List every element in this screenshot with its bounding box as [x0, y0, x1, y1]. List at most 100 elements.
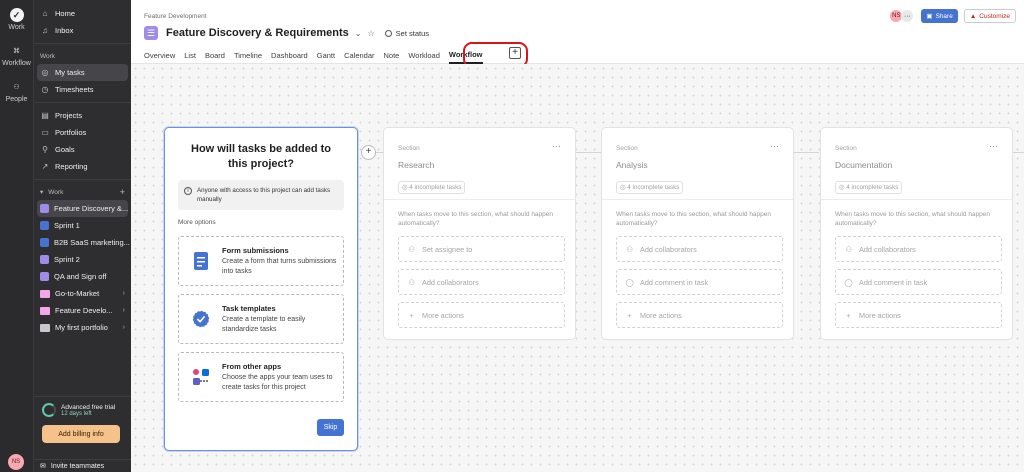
sidebar-item-inbox[interactable]: ♫ Inbox — [34, 22, 131, 39]
option-form-submissions[interactable]: Form submissions Create a form that turn… — [178, 236, 344, 286]
comment-icon: ◯ — [625, 277, 634, 287]
action-add-collaborators[interactable]: ⚇ Add collaborators — [398, 269, 565, 295]
folder-icon — [40, 323, 50, 332]
share-button[interactable]: ▣ Share — [921, 9, 958, 23]
action-label: Add collaborators — [422, 277, 479, 287]
more-options-icon[interactable]: ··· — [770, 141, 779, 151]
sidebar-folder-go-to-market[interactable]: Go-to-Market › — [34, 285, 131, 302]
sidebar-project-feature-discovery[interactable]: Feature Discovery &... — [37, 200, 128, 217]
people-icon: ⚇ — [845, 244, 852, 254]
section-label: Section — [398, 145, 420, 152]
chevron-down-icon: ▾ — [40, 189, 44, 196]
project-color-swatch — [40, 238, 49, 247]
action-add-comment[interactable]: ◯ Add comment in task — [616, 269, 783, 295]
add-project-icon[interactable]: + — [120, 187, 125, 197]
sidebar-item-label: Timesheets — [55, 85, 94, 94]
add-billing-button[interactable]: Add billing info — [42, 425, 120, 443]
rail-people[interactable]: ⚇ People — [0, 72, 33, 108]
sidebar-item-label: My tasks — [55, 68, 85, 77]
sidebar-section-projects[interactable]: ▾ Work + — [34, 184, 131, 200]
tab-gantt[interactable]: Gantt — [317, 47, 335, 64]
chart-line-icon: ↗ — [41, 162, 49, 171]
action-label: More actions — [422, 310, 464, 320]
tab-list[interactable]: List — [184, 47, 196, 64]
section-card-documentation[interactable]: Section ··· Documentation ◎ 4 incomplete… — [820, 127, 1013, 340]
action-add-collaborators[interactable]: ⚇ Add collaborators — [616, 236, 783, 262]
breadcrumb[interactable]: Feature Development — [144, 13, 207, 20]
sidebar-item-portfolios[interactable]: ▭ Portfolios — [34, 124, 131, 141]
action-label: Add comment in task — [859, 277, 928, 287]
invite-label: Invite teammates — [50, 462, 105, 470]
rail-work[interactable]: ✓ Work — [0, 0, 33, 36]
sidebar-item-my-tasks[interactable]: ◎ My tasks — [37, 64, 128, 81]
tab-overview[interactable]: Overview — [144, 47, 175, 64]
customize-icon: ▲ — [969, 12, 977, 20]
sidebar-item-label: Sprint 1 — [54, 221, 80, 230]
section-card-research[interactable]: Section ··· Research ◎ 4 incomplete task… — [383, 127, 576, 340]
sidebar-item-home[interactable]: ⌂ Home — [34, 5, 131, 22]
section-name[interactable]: Research — [398, 160, 434, 170]
sidebar-item-label: B2B SaaS marketing... — [54, 238, 130, 247]
tab-board[interactable]: Board — [205, 47, 225, 64]
rail-workflow[interactable]: ⌘ Workflow — [0, 36, 33, 72]
action-more-actions[interactable]: + More actions — [398, 302, 565, 328]
more-options-icon[interactable]: ··· — [989, 141, 998, 151]
sidebar-item-label: QA and Sign off — [54, 272, 107, 281]
set-status-button[interactable]: Set status — [384, 29, 429, 38]
option-description: Create a template to easily standardize … — [222, 316, 306, 333]
sidebar-folder-my-first-portfolio[interactable]: My first portfolio › — [34, 319, 131, 336]
section-name[interactable]: Documentation — [835, 160, 892, 170]
sidebar-project-b2b-saas[interactable]: B2B SaaS marketing... — [34, 234, 131, 251]
sidebar-project-sprint-1[interactable]: Sprint 1 — [34, 217, 131, 234]
automation-question: When tasks move to this section, what sh… — [835, 211, 991, 227]
automation-question: When tasks move to this section, what sh… — [398, 211, 554, 227]
more-options-icon[interactable]: ··· — [552, 141, 561, 151]
sidebar-item-reporting[interactable]: ↗ Reporting — [34, 158, 131, 175]
sidebar-project-qa[interactable]: QA and Sign off — [34, 268, 131, 285]
action-add-collaborators[interactable]: ⚇ Add collaborators — [835, 236, 1002, 262]
action-label: Set assignee to — [422, 244, 473, 254]
sidebar-folder-feature-development[interactable]: Feature Develo... › — [34, 302, 131, 319]
sidebar-item-projects[interactable]: ▤ Projects — [34, 107, 131, 124]
skip-button[interactable]: Skip — [317, 419, 344, 436]
action-more-actions[interactable]: + More actions — [616, 302, 783, 328]
plus-icon: + — [627, 310, 632, 320]
invite-teammates-button[interactable]: ✉ Invite teammates — [34, 459, 131, 472]
option-task-templates[interactable]: Task templates Create a template to easi… — [178, 294, 344, 344]
section-card-analysis[interactable]: Section ··· Analysis ◎ 4 incomplete task… — [601, 127, 794, 340]
sidebar-item-goals[interactable]: ⚲ Goals — [34, 141, 131, 158]
chevron-down-icon[interactable]: ⌄ — [355, 29, 362, 38]
tab-timeline[interactable]: Timeline — [234, 47, 262, 64]
action-set-assignee[interactable]: ⚇ Set assignee to — [398, 236, 565, 262]
option-other-apps[interactable]: From other apps Choose the apps your tea… — [178, 352, 344, 402]
sidebar-project-sprint-2[interactable]: Sprint 2 — [34, 251, 131, 268]
action-add-comment[interactable]: ◯ Add comment in task — [835, 269, 1002, 295]
avatar[interactable]: NS — [8, 454, 24, 470]
action-label: More actions — [640, 310, 682, 320]
more-members-icon[interactable]: ··· — [901, 10, 914, 22]
mail-icon: ✉ — [40, 463, 46, 470]
trial-progress-ring — [42, 403, 56, 417]
tab-dashboard[interactable]: Dashboard — [271, 47, 308, 64]
sidebar-item-timesheets[interactable]: ◷ Timesheets — [34, 81, 131, 98]
divider — [821, 199, 1012, 200]
page-title[interactable]: Feature Discovery & Requirements — [166, 27, 349, 39]
sidebar-item-label: Portfolios — [55, 128, 87, 137]
tab-calendar[interactable]: Calendar — [344, 47, 374, 64]
status-circle-icon — [384, 29, 392, 37]
customize-button[interactable]: ▲ Customize — [963, 9, 1016, 23]
tab-workload[interactable]: Workload — [408, 47, 440, 64]
info-icon: i — [184, 187, 192, 195]
section-name[interactable]: Analysis — [616, 160, 648, 170]
add-section-button[interactable]: + — [361, 145, 376, 160]
connector-line — [794, 152, 819, 153]
add-tab-button[interactable]: + — [509, 47, 521, 59]
action-more-actions[interactable]: + More actions — [835, 302, 1002, 328]
star-icon[interactable]: ☆ — [368, 29, 375, 38]
plus-icon: + — [409, 310, 414, 320]
action-label: More actions — [859, 310, 901, 320]
clock-icon: ◷ — [41, 85, 49, 94]
action-label: Add collaborators — [640, 244, 697, 254]
tab-note[interactable]: Note — [384, 47, 400, 64]
trial-title: Advanced free trial — [61, 403, 116, 411]
